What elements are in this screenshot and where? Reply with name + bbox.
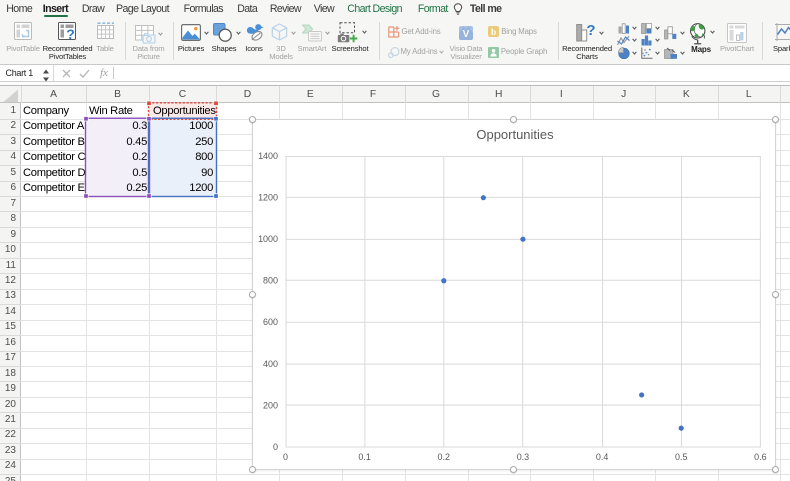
- svg-text:1400: 1400: [258, 151, 278, 161]
- svg-text:1200: 1200: [258, 193, 278, 203]
- svg-text:0.6: 0.6: [754, 452, 766, 462]
- svg-text:0.4: 0.4: [596, 452, 608, 462]
- svg-text:0.5: 0.5: [675, 452, 687, 462]
- svg-text:0.2: 0.2: [438, 452, 450, 462]
- svg-text:1000: 1000: [258, 234, 278, 244]
- svg-text:0: 0: [283, 452, 288, 462]
- svg-text:b: b: [491, 28, 496, 37]
- svg-text:0: 0: [273, 442, 278, 452]
- svg-text:?: ?: [586, 23, 595, 39]
- svg-text:200: 200: [263, 400, 278, 410]
- svg-text:Opportunities: Opportunities: [476, 127, 554, 142]
- svg-text:0.1: 0.1: [358, 452, 370, 462]
- svg-text:?: ?: [66, 26, 75, 42]
- svg-text:0.3: 0.3: [517, 452, 529, 462]
- svg-text:V: V: [463, 29, 470, 40]
- svg-text:600: 600: [263, 317, 278, 327]
- svg-text:400: 400: [263, 359, 278, 369]
- svg-text:800: 800: [263, 276, 278, 286]
